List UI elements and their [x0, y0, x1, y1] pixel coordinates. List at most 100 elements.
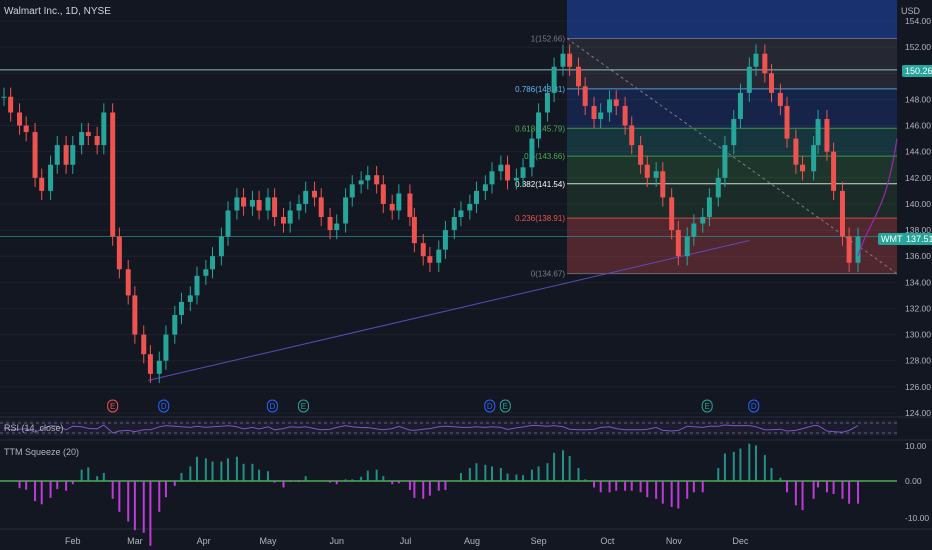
candle-body: [218, 236, 224, 257]
candle-body: [327, 217, 333, 231]
earnings-event-label: E: [503, 402, 508, 411]
fib-level-label: 0.236(138.91): [515, 214, 565, 223]
level-price-badge: 150.26: [902, 65, 932, 77]
earnings-event-label: E: [704, 402, 709, 411]
candle-body: [576, 66, 582, 87]
candle-body: [567, 53, 573, 67]
candle-body: [178, 301, 184, 315]
dividend-event-label: D: [270, 402, 276, 411]
chart-title: Walmart Inc., 1D, NYSE: [4, 6, 111, 17]
fib-zone: [567, 38, 897, 89]
candle-body: [194, 275, 200, 296]
candle-body: [172, 315, 178, 335]
candle-body: [365, 175, 371, 181]
candle-body: [249, 200, 255, 207]
symbol-badge: WMT: [878, 233, 906, 245]
candle-body: [17, 112, 23, 126]
candle-body: [753, 53, 759, 67]
candle-body: [675, 230, 681, 257]
candle-body: [582, 86, 588, 106]
earnings-event-label: E: [301, 402, 306, 411]
ttm-axis-tick-label: 0.00: [905, 476, 922, 486]
candle-body: [536, 112, 542, 139]
candle-body: [436, 249, 442, 263]
candle-body: [280, 217, 286, 224]
candle-body: [380, 184, 386, 204]
candle-body: [39, 177, 45, 191]
candle-body: [187, 295, 193, 302]
candle-body: [458, 210, 464, 217]
candle-body: [8, 96, 14, 113]
candle-body: [396, 193, 402, 211]
candle-body: [831, 151, 837, 191]
dividend-event-label: D: [487, 402, 493, 411]
candle-body: [482, 184, 488, 191]
x-axis-tick-label: Mar: [127, 536, 143, 546]
x-axis-tick-label: Nov: [666, 536, 683, 546]
candle-body: [467, 203, 473, 211]
candle-body: [715, 177, 721, 198]
candle-body: [265, 197, 271, 211]
candle-body: [94, 135, 100, 146]
x-axis-tick-label: Jun: [329, 536, 344, 546]
candle-body: [811, 145, 817, 172]
candle-body: [520, 167, 526, 178]
x-axis-tick-label: May: [259, 536, 277, 546]
candle-body: [591, 105, 597, 119]
y-axis-tick-label: 146.00: [905, 121, 931, 131]
candle-body: [529, 138, 535, 168]
candle-body: [32, 132, 38, 178]
candle-body: [653, 171, 659, 178]
candle-body: [210, 256, 216, 270]
candle-body: [706, 197, 712, 217]
candle-body: [638, 145, 644, 165]
candle-body: [225, 210, 231, 237]
fib-zone: [567, 156, 897, 184]
y-axis-tick-label: 126.00: [905, 382, 931, 392]
candle-body: [684, 236, 690, 257]
candle-body: [762, 53, 768, 74]
rsi-panel-label[interactable]: RSI (14, close): [4, 423, 64, 433]
candle-body: [800, 164, 806, 172]
candle-body: [824, 119, 830, 152]
fib-level-label: 1(152.66): [531, 35, 566, 44]
x-axis-tick-label: Feb: [65, 536, 81, 546]
ttm-axis-tick-label: -10.00: [905, 513, 929, 523]
ttm-panel-label[interactable]: TTM Squeeze (20): [4, 447, 79, 457]
candle-body: [63, 145, 69, 165]
candle-body: [156, 360, 162, 374]
candle-body: [722, 145, 728, 178]
candle-body: [23, 125, 29, 133]
candle-body: [389, 203, 395, 211]
candle-body: [272, 197, 278, 217]
candle-body: [839, 190, 845, 237]
candle-body: [793, 138, 799, 165]
candle-body: [489, 171, 495, 185]
candle-body: [256, 200, 262, 211]
candle-body: [116, 236, 122, 270]
candle-body: [70, 145, 76, 165]
candle-body: [48, 164, 54, 191]
candle-body: [815, 119, 821, 146]
last-price-badge: 137.51: [903, 233, 932, 245]
y-axis-tick-label: 140.00: [905, 199, 931, 209]
candle-body: [296, 203, 302, 211]
candle-body: [203, 269, 209, 276]
y-axis-tick-label: 154.00: [905, 16, 931, 26]
candle-body: [110, 112, 116, 237]
y-axis-tick-label: 142.00: [905, 173, 931, 183]
candle-body: [846, 236, 852, 263]
currency-label: USD: [900, 6, 920, 16]
trendline[interactable]: [148, 240, 750, 381]
candle-body: [598, 112, 604, 119]
candle-body: [731, 119, 737, 146]
dividend-event-label: D: [751, 402, 757, 411]
x-axis-tick-label: Jul: [400, 536, 412, 546]
x-axis-tick-label: Aug: [464, 536, 480, 546]
candle-body: [629, 125, 635, 146]
candle-body: [442, 230, 448, 250]
candle-body: [544, 92, 550, 113]
candle-body: [234, 197, 240, 211]
candle-body: [374, 175, 380, 185]
y-axis-tick-label: 132.00: [905, 303, 931, 313]
